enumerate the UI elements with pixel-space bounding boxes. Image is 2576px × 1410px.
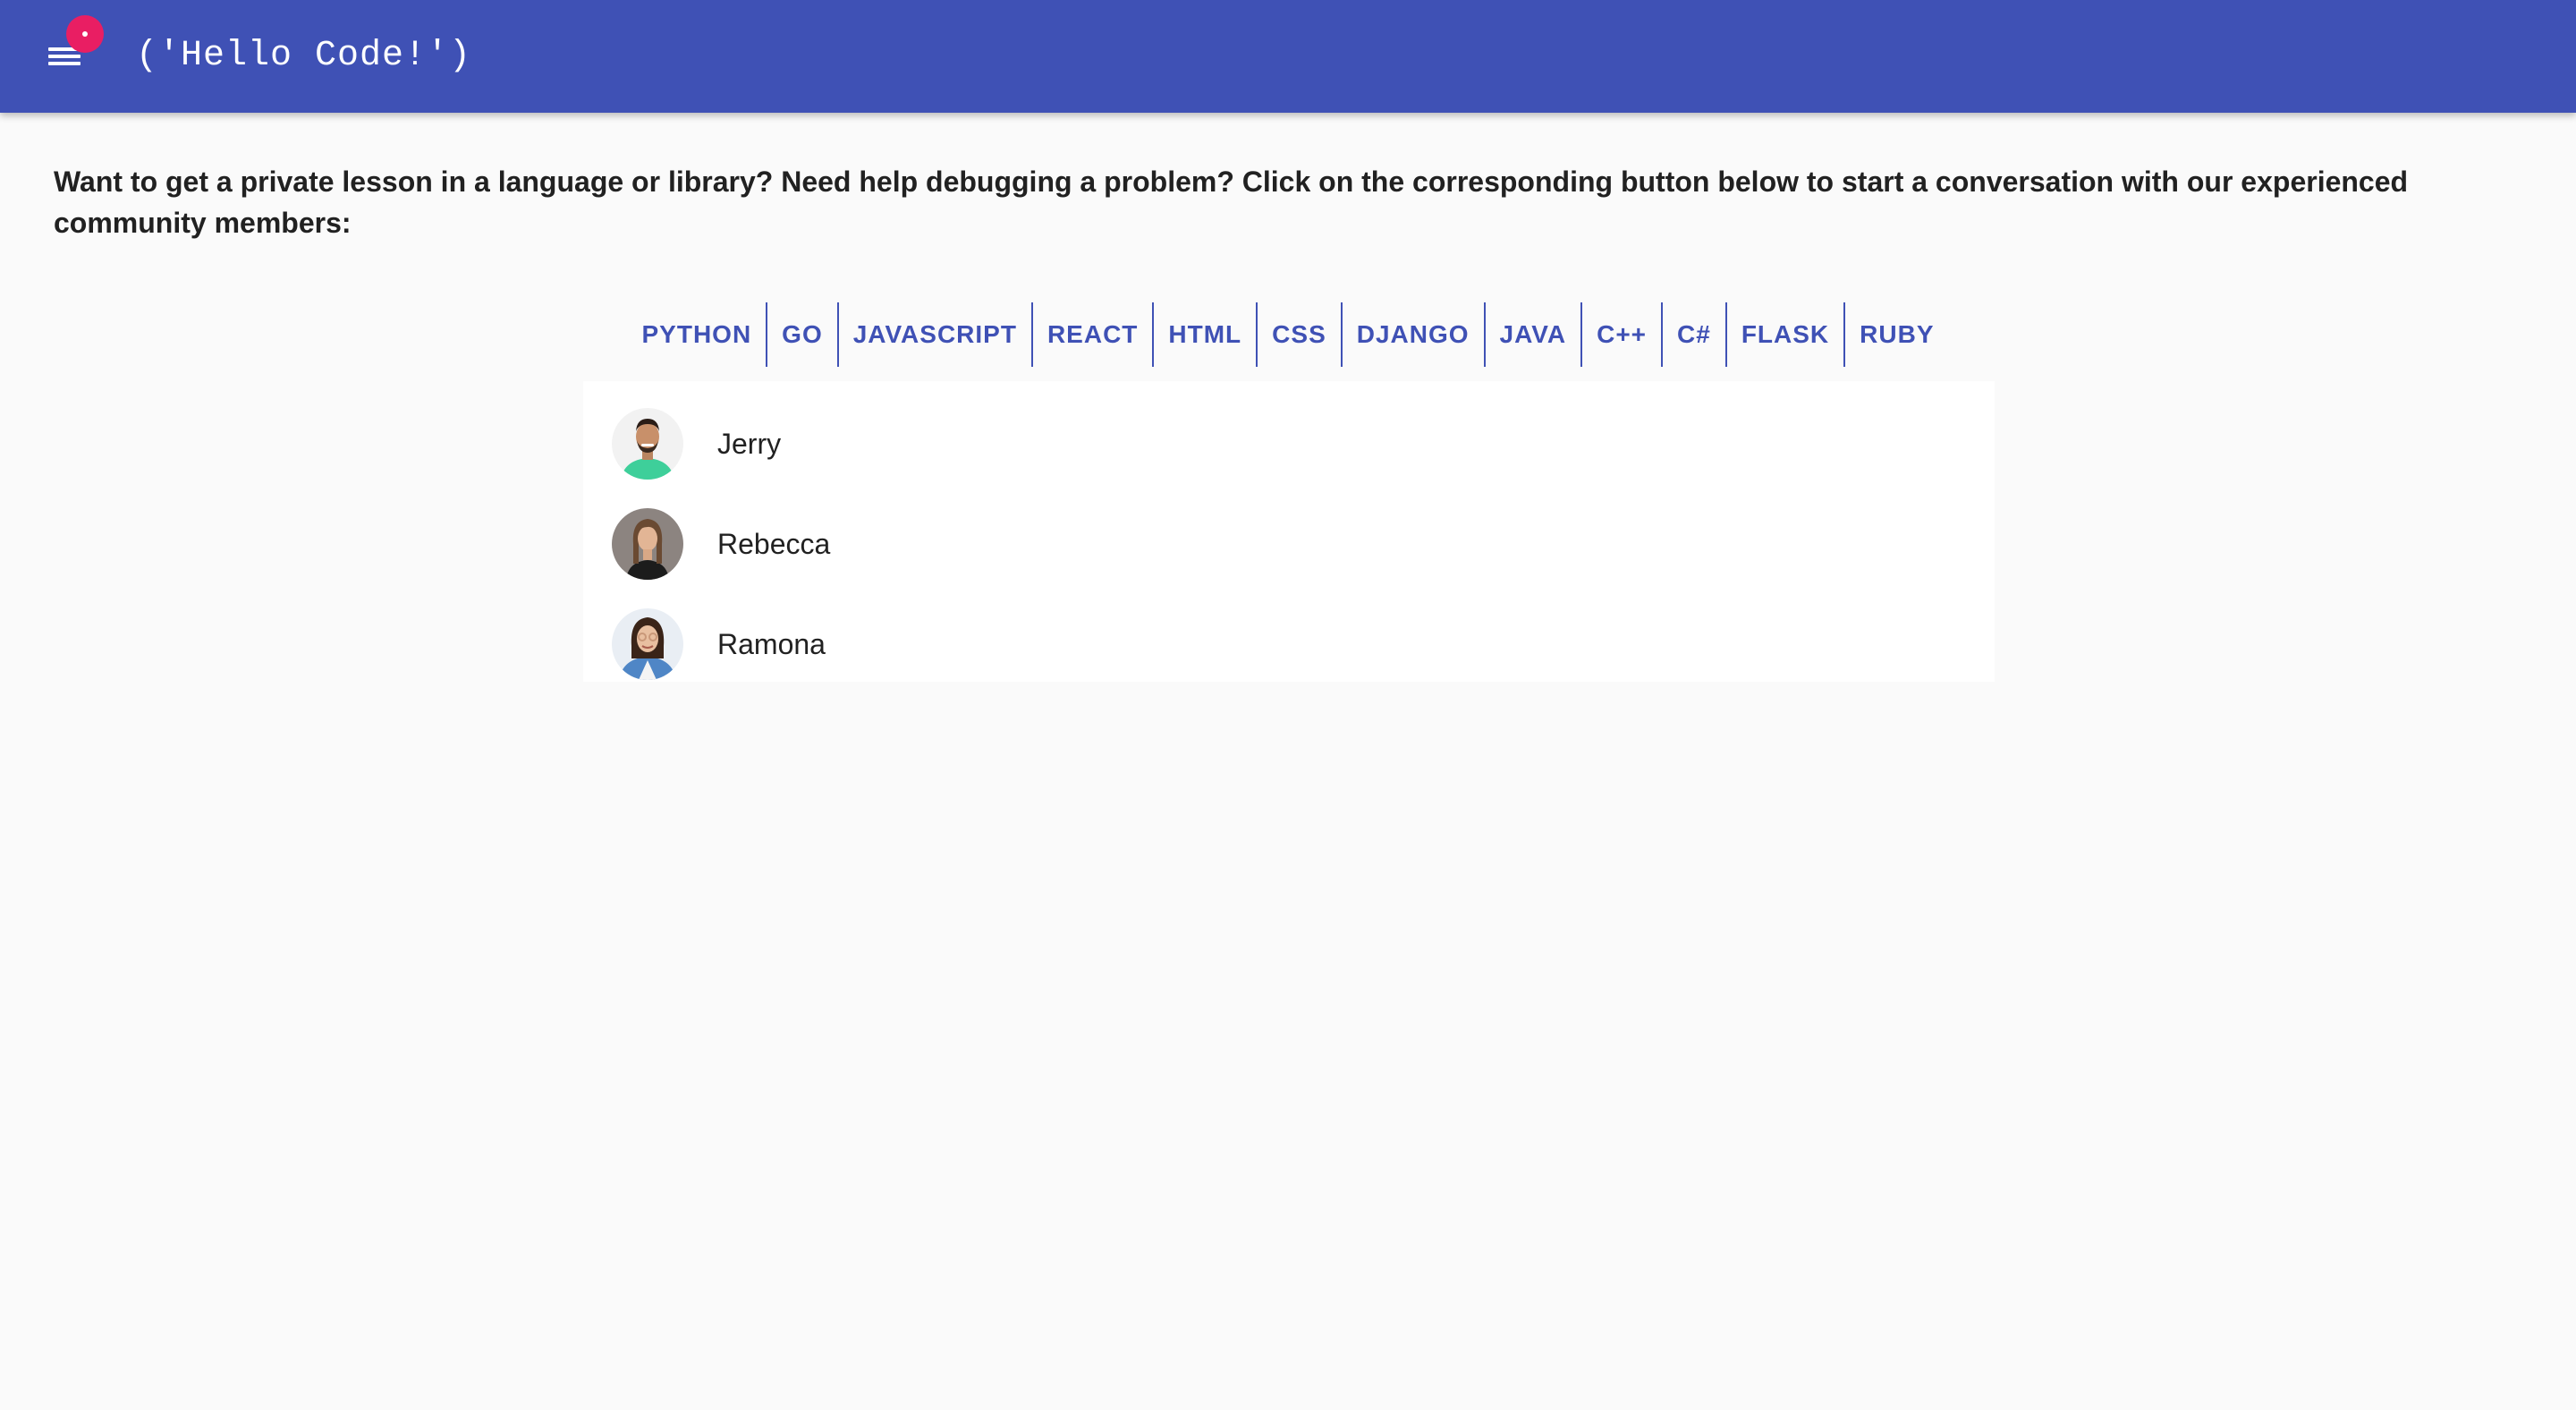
user-name: Jerry (717, 427, 782, 460)
community-member-list: Jerry Rebecca Ramona (583, 381, 1995, 682)
language-button-django[interactable]: DJANGO (1343, 302, 1486, 367)
rebecca-avatar (612, 508, 683, 580)
language-button-go[interactable]: GO (767, 302, 839, 367)
user-name: Ramona (717, 627, 826, 660)
hamburger-menu-icon-bar (48, 55, 80, 58)
app-bar: ('Hello Code!') (0, 0, 2576, 113)
badge-dot-icon (82, 31, 88, 37)
language-button-csharp[interactable]: C# (1663, 302, 1727, 367)
ramona-avatar (612, 608, 683, 680)
language-button-group: PYTHON GO JAVASCRIPT REACT HTML CSS DJAN… (0, 302, 2576, 367)
language-button-java[interactable]: JAVA (1486, 302, 1583, 367)
list-item-user[interactable]: Jerry (583, 394, 1995, 494)
language-button-ruby[interactable]: RUBY (1845, 302, 1948, 367)
language-button-flask[interactable]: FLASK (1727, 302, 1846, 367)
language-button-html[interactable]: HTML (1154, 302, 1258, 367)
language-button-css[interactable]: CSS (1258, 302, 1343, 367)
language-button-cpp[interactable]: C++ (1582, 302, 1664, 367)
list-item-user[interactable]: Rebecca (583, 494, 1995, 594)
jerry-avatar (612, 408, 683, 480)
intro-text: Want to get a private lesson in a langua… (54, 166, 2409, 239)
app-title: ('Hello Code!') (136, 36, 472, 76)
user-name: Rebecca (717, 527, 831, 560)
language-button-javascript[interactable]: JAVASCRIPT (839, 302, 1033, 367)
notification-badge (66, 15, 104, 53)
hamburger-menu-icon-bar (48, 62, 80, 65)
language-button-react[interactable]: REACT (1033, 302, 1155, 367)
language-button-python[interactable]: PYTHON (627, 302, 768, 367)
list-item-user[interactable]: Ramona (583, 594, 1995, 694)
